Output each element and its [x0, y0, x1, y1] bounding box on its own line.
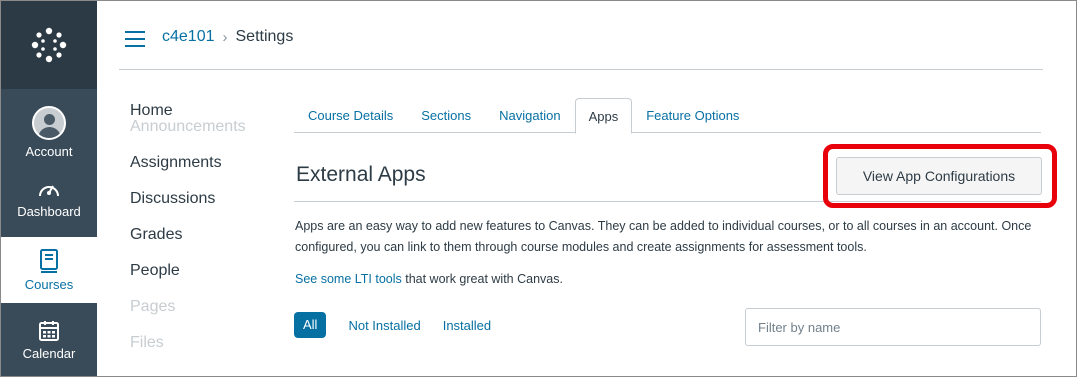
settings-tabs: Course Details Sections Navigation Apps …	[294, 98, 1041, 134]
breadcrumb-separator-icon: ›	[222, 28, 228, 46]
courses-book-icon	[40, 248, 58, 273]
canvas-logo[interactable]	[1, 1, 97, 89]
filter-by-name-input[interactable]	[745, 308, 1041, 346]
filter-installed-link[interactable]: Installed	[443, 318, 491, 333]
tab-sections[interactable]: Sections	[407, 98, 485, 133]
global-nav-courses[interactable]: Courses	[1, 237, 97, 303]
apps-description: Apps are an easy way to add new features…	[295, 219, 1032, 254]
tab-course-details[interactable]: Course Details	[294, 98, 407, 133]
hamburger-menu-icon[interactable]	[125, 31, 145, 47]
global-nav-account[interactable]: Account	[1, 99, 97, 165]
tab-feature-options[interactable]: Feature Options	[632, 98, 753, 133]
dashboard-icon	[39, 185, 59, 196]
course-nav: Home Announcements Assignments Discussio…	[130, 101, 246, 369]
page-title: External Apps	[296, 163, 426, 186]
course-nav-announcements[interactable]: Announcements	[130, 117, 246, 153]
global-nav-label: Calendar	[22, 345, 76, 361]
global-nav-label: Dashboard	[17, 203, 81, 219]
global-nav-dashboard[interactable]: Dashboard	[1, 165, 97, 231]
lti-tools-line: See some LTI tools that work great with …	[295, 272, 563, 286]
canvas-logo-icon	[31, 27, 67, 63]
filter-not-installed-link[interactable]: Not Installed	[348, 318, 420, 333]
course-nav-pages[interactable]: Pages	[130, 297, 246, 333]
app-window: Account Dashboard Courses Calendar c4e10…	[0, 0, 1077, 377]
breadcrumb-course-link[interactable]: c4e101	[162, 28, 215, 46]
install-filter-group: All Not Installed Installed	[294, 312, 491, 338]
breadcrumb-current: Settings	[235, 28, 294, 45]
tab-apps[interactable]: Apps	[574, 98, 633, 134]
course-nav-assignments[interactable]: Assignments	[130, 153, 246, 189]
course-nav-people[interactable]: People	[130, 261, 246, 297]
view-app-configurations-button[interactable]: View App Configurations	[836, 157, 1042, 195]
global-nav-label: Courses	[24, 276, 74, 292]
user-avatar-icon	[32, 105, 66, 140]
course-nav-grades[interactable]: Grades	[130, 225, 246, 261]
breadcrumb-bar: c4e101 › Settings	[119, 1, 1043, 70]
lti-tools-link[interactable]: See some LTI tools	[295, 272, 402, 286]
tab-navigation[interactable]: Navigation	[485, 98, 574, 133]
lti-tools-text: that work great with Canvas.	[401, 272, 563, 286]
course-nav-discussions[interactable]: Discussions	[130, 189, 246, 225]
global-nav-calendar[interactable]: Calendar	[1, 307, 97, 373]
global-nav-label: Account	[25, 143, 73, 159]
breadcrumb: c4e101 › Settings	[162, 28, 293, 46]
global-nav: Account Dashboard Courses Calendar	[1, 1, 97, 376]
calendar-icon	[39, 320, 59, 341]
filter-all-button[interactable]: All	[294, 312, 327, 338]
course-nav-files[interactable]: Files	[130, 333, 246, 369]
